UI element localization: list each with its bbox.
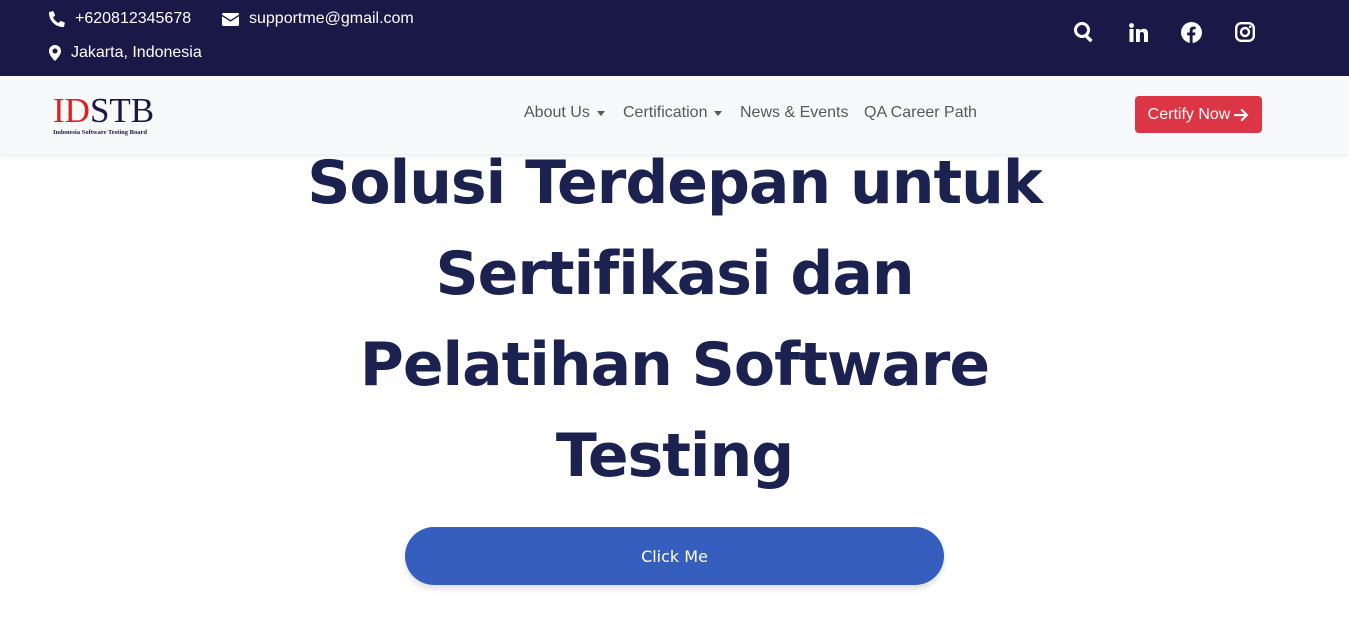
nav-certification[interactable]: Certification [623,104,723,122]
main-navbar: IDSTB Indonesia Software Testing Board A… [0,76,1349,154]
top-contact-bar: +620812345678 supportme@gmail.com Jakart… [0,0,1349,76]
email-contact[interactable]: supportme@gmail.com [222,9,414,29]
logo-subtitle: Indonesia Software Testing Board [53,129,147,136]
click-me-button[interactable]: Click Me [405,527,944,585]
hero-title: Solusi Terdepan untuk Sertifikasi dan Pe… [250,138,1099,502]
instagram-link[interactable] [1233,20,1257,44]
instagram-icon [1235,22,1255,42]
arrow-right-icon [1234,108,1249,121]
nav-qa-career-path[interactable]: QA Career Path [864,104,977,122]
hero-title-line: Testing [555,421,794,491]
location-text: Jakarta, Indonesia [71,44,202,61]
certify-now-button[interactable]: Certify Now [1135,96,1262,133]
caret-down-icon [714,110,723,116]
nav-news-events[interactable]: News & Events [740,104,848,122]
location-info: Jakarta, Indonesia [49,43,202,63]
logo-wordmark: IDSTB [53,91,155,130]
linkedin-icon [1128,22,1148,42]
envelope-icon [222,12,239,26]
idstb-logo[interactable]: IDSTB Indonesia Software Testing Board [53,93,165,141]
email-address: supportme@gmail.com [249,10,414,27]
linkedin-link[interactable] [1126,20,1150,44]
search-icon [1074,22,1093,43]
map-marker-icon [49,45,61,61]
facebook-link[interactable] [1179,20,1203,44]
hero-title-line: Pelatihan Software [359,330,990,400]
phone-number: +620812345678 [75,10,192,27]
search-button[interactable] [1072,20,1096,44]
caret-down-icon [596,110,605,116]
phone-icon [49,11,65,27]
phone-contact[interactable]: +620812345678 [49,9,191,29]
facebook-icon [1180,21,1202,43]
nav-about-us[interactable]: About Us [524,104,605,122]
hero-title-line: Sertifikasi dan [435,239,914,309]
